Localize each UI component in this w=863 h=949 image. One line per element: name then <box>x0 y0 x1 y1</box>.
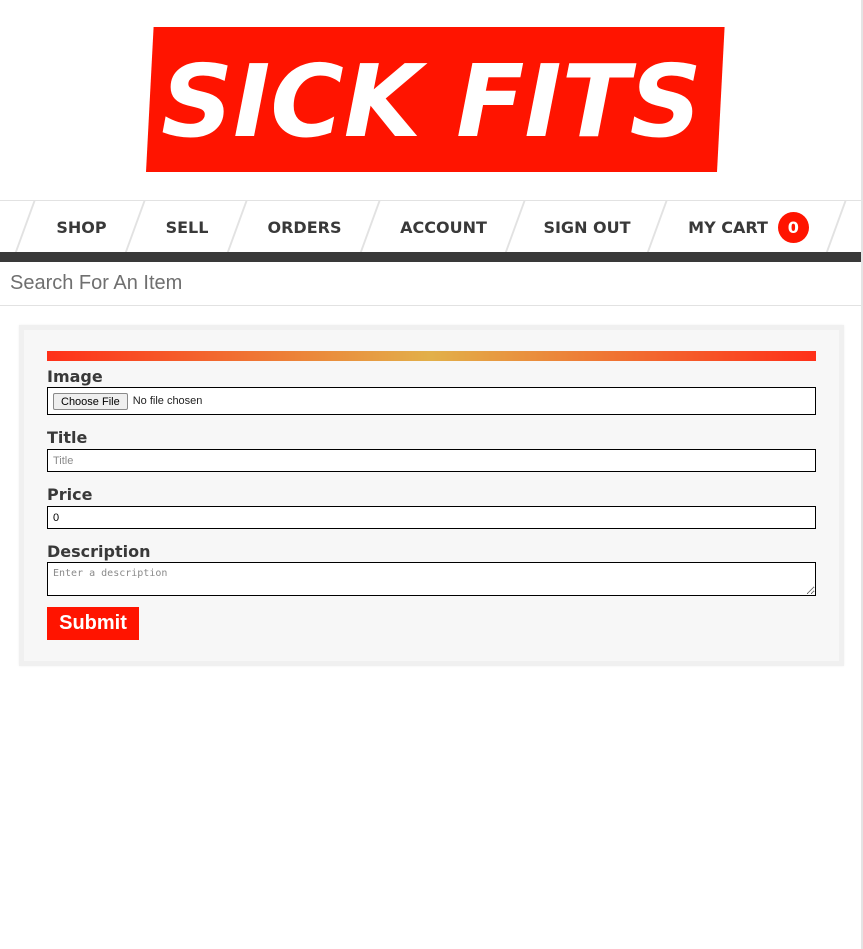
submit-button[interactable]: Submit <box>47 607 139 640</box>
logo-link[interactable]: SICK FITS <box>146 27 717 174</box>
choose-file-button[interactable]: Choose File <box>53 392 128 410</box>
nav-item-shop[interactable]: SHOP <box>34 201 129 253</box>
nav-item-label: MY CART <box>688 217 768 237</box>
image-file-input[interactable]: Choose File No file chosen <box>47 387 816 415</box>
page: SICK FITS SHOP SELL ORDERS ACCOUNT SIGN … <box>0 0 863 949</box>
nav-item-sign-out[interactable]: SIGN OUT <box>521 201 653 253</box>
nav-item-label: SIGN OUT <box>543 217 631 237</box>
form-gradient-bar <box>47 351 816 361</box>
search-bar <box>0 262 863 306</box>
nav-underline-bar <box>0 252 863 262</box>
logo[interactable]: SICK FITS <box>146 27 725 174</box>
file-status: No file chosen <box>132 395 203 407</box>
title-label: Title <box>47 428 88 447</box>
nav-divider <box>14 201 36 253</box>
nav-item-label: ACCOUNT <box>400 217 487 237</box>
nav-item-account[interactable]: ACCOUNT <box>376 201 511 253</box>
nav-item-label: SHOP <box>56 217 107 237</box>
price-label: Price <box>47 485 93 504</box>
main-nav: SHOP SELL ORDERS ACCOUNT SIGN OUT MY CAR… <box>0 200 863 253</box>
nav-item-my-cart[interactable]: MY CART 0 <box>665 201 832 253</box>
nav-item-orders[interactable]: ORDERS <box>244 201 365 253</box>
description-textarea[interactable] <box>47 562 816 596</box>
nav-item-label: SELL <box>165 217 209 237</box>
search-input[interactable] <box>0 262 863 305</box>
cart-count-badge: 0 <box>777 211 809 243</box>
nav-item-sell[interactable]: SELL <box>142 201 232 253</box>
nav-item-label: ORDERS <box>267 217 342 237</box>
title-input[interactable] <box>47 449 816 472</box>
description-label: Description <box>47 542 151 561</box>
image-label: Image <box>47 367 103 386</box>
price-input[interactable] <box>47 506 816 529</box>
create-item-form: Image Choose File No file chosen Title P… <box>19 325 844 666</box>
